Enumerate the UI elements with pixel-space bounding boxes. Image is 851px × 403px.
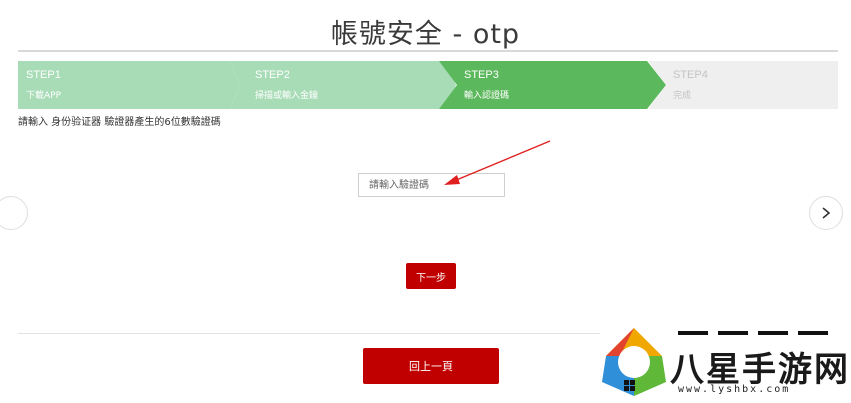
arrow-pointer-icon — [444, 140, 551, 185]
site-watermark: 八星手游网 www.lyshbx.com — [598, 322, 851, 399]
step-1: STEP1 下載APP — [18, 61, 240, 109]
step-4: STEP4 完成 — [648, 61, 838, 109]
step-2-desc: 掃描或輸入金鑰 — [255, 91, 319, 101]
step-2: STEP2 掃描或輸入金鑰 — [230, 61, 456, 109]
chevron-right-icon — [822, 207, 831, 219]
back-button[interactable]: 回上一頁 — [363, 348, 499, 384]
step-3: STEP3 輸入認證碼 — [439, 61, 666, 109]
bottom-divider — [18, 333, 600, 334]
watermark-url: www.lyshbx.com — [678, 384, 791, 395]
step-3-desc: 輸入認證碼 — [464, 91, 510, 101]
title-divider — [18, 50, 838, 52]
next-step-button[interactable]: 下一步 — [406, 263, 456, 289]
step-progress: STEP1 下載APP STEP2 掃描或輸入金鑰 STEP3 輸入認證碼 ST… — [18, 61, 838, 109]
page-title: 帳號安全 - otp — [330, 19, 521, 50]
step-4-label: STEP4 — [673, 69, 708, 81]
step-2-label: STEP2 — [255, 69, 290, 81]
watermark-dots — [678, 331, 828, 335]
carousel-prev-button[interactable] — [0, 196, 28, 230]
step-1-label: STEP1 — [26, 69, 61, 81]
step-4-desc: 完成 — [673, 91, 692, 101]
watermark-logo-icon — [602, 328, 666, 396]
step-1-desc: 下載APP — [26, 91, 62, 101]
step-3-label: STEP3 — [464, 69, 499, 81]
otp-instruction: 請輸入 身份验证器 驗證器產生的6位數驗證碼 — [18, 117, 221, 128]
carousel-next-button[interactable] — [809, 196, 843, 230]
